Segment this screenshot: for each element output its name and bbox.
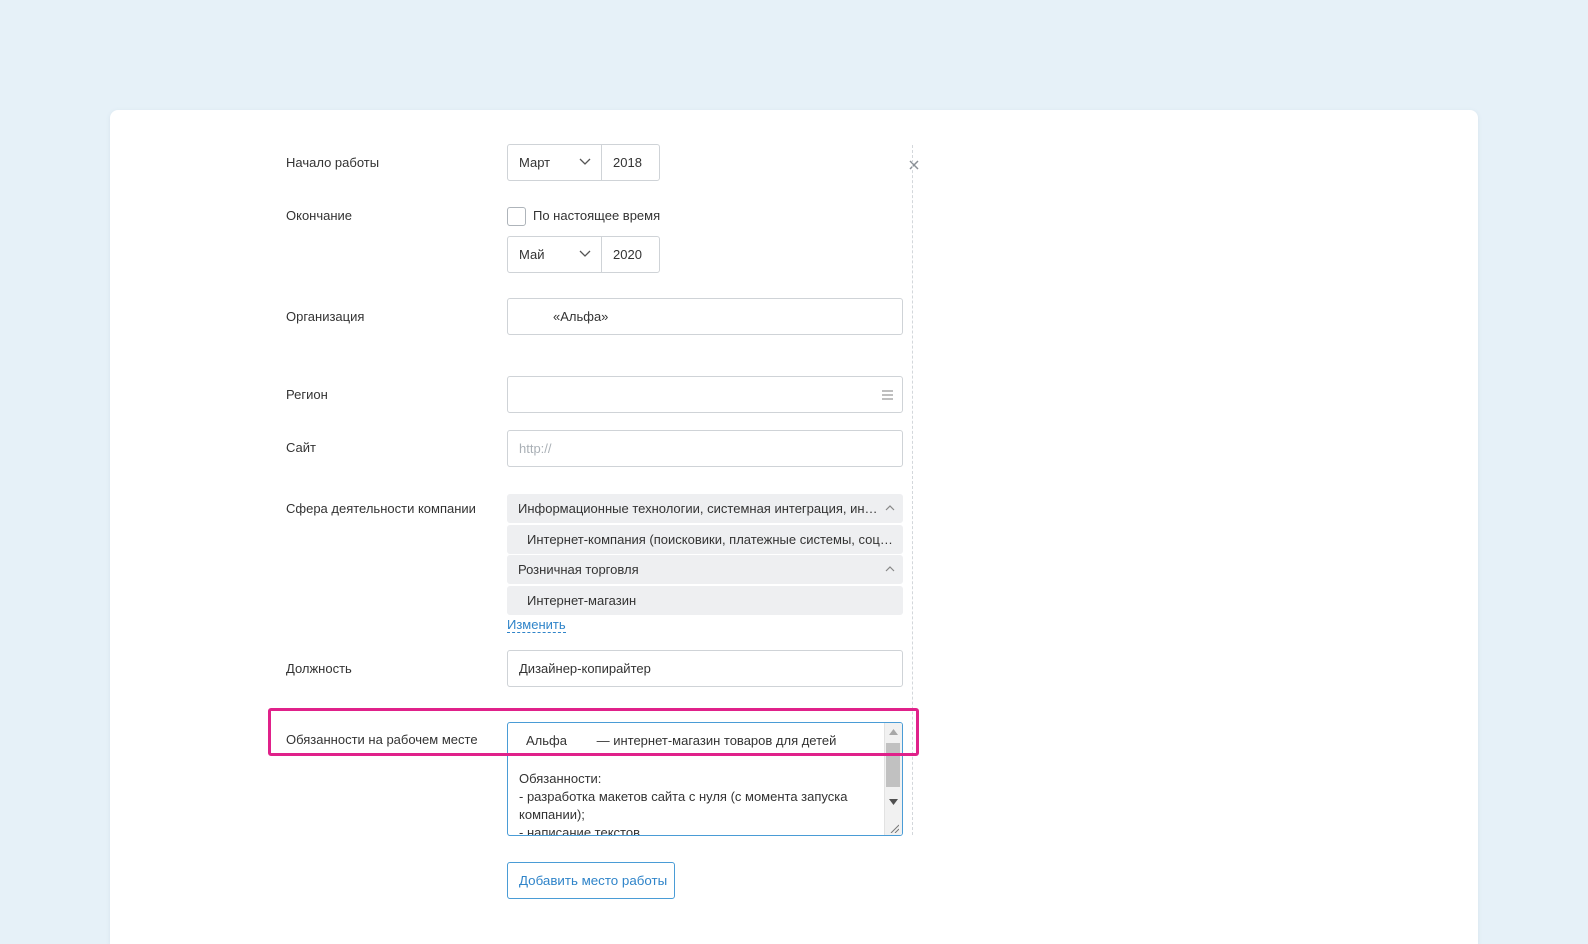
change-sphere-link[interactable]: Изменить <box>507 617 566 633</box>
duties-line: - написание текстов <box>519 825 640 836</box>
sphere-item-text: Розничная торговля <box>518 562 639 577</box>
present-label: По настоящее время <box>533 208 661 223</box>
site-label: Сайт <box>286 440 316 455</box>
position-input[interactable]: Дизайнер-копирайтер <box>507 650 903 687</box>
add-workplace-label: Добавить место работы <box>519 873 668 888</box>
position-value: Дизайнер-копирайтер <box>519 661 651 676</box>
region-label: Регион <box>286 387 328 402</box>
organization-label: Организация <box>286 309 365 324</box>
organization-value: «Альфа» <box>553 309 609 324</box>
duties-line: - разработка макетов сайта с нуля (с мом… <box>519 789 848 804</box>
scroll-up-icon[interactable] <box>889 729 898 735</box>
duties-scrollbar[interactable] <box>884 723 902 835</box>
end-month-value: Май <box>519 247 545 262</box>
end-year-input[interactable]: 2020 <box>601 236 660 273</box>
start-month-select[interactable]: Март <box>507 144 602 181</box>
start-label: Начало работы <box>286 155 380 170</box>
chevron-down-icon <box>579 250 591 257</box>
list-icon[interactable] <box>882 390 893 400</box>
duties-heading: Обязанности: <box>519 771 602 786</box>
duties-label: Обязанности на рабочем месте <box>286 732 478 747</box>
resize-handle-icon[interactable] <box>889 823 899 833</box>
form-card: Начало работы Март 2018 Окончание По нас… <box>110 110 1478 944</box>
add-workplace-button[interactable]: Добавить место работы <box>507 862 675 899</box>
end-label: Окончание <box>286 208 353 223</box>
section-divider <box>912 145 913 835</box>
duties-textarea[interactable]: Альфа — интернет-магазин товаров для дет… <box>507 722 903 836</box>
duties-first-word: Альфа <box>526 733 567 748</box>
chevron-up-icon[interactable] <box>883 501 897 515</box>
duties-line-first: Альфа — интернет-магазин товаров для дет… <box>526 733 836 749</box>
region-input[interactable] <box>507 376 903 413</box>
sphere-item-text: Информационные технологии, системная инт… <box>518 501 878 516</box>
duties-line: компании); <box>519 807 585 822</box>
sphere-item-text: Интернет-магазин <box>527 593 637 608</box>
chevron-up-icon[interactable] <box>883 562 897 576</box>
present-checkbox[interactable] <box>507 207 526 226</box>
duties-first-rest: — интернет-магазин товаров для детей <box>596 733 837 748</box>
sphere-item[interactable]: Информационные технологии, системная инт… <box>507 494 903 523</box>
end-month-select[interactable]: Май <box>507 236 602 273</box>
sphere-item[interactable]: Интернет-магазин <box>507 586 903 615</box>
sphere-item[interactable]: Розничная торговля <box>507 555 903 584</box>
sphere-item-text: Интернет-компания (поисковики, платежные… <box>527 532 893 547</box>
end-year-value: 2020 <box>613 247 642 262</box>
close-icon[interactable] <box>908 159 920 171</box>
start-year-input[interactable]: 2018 <box>601 144 660 181</box>
sphere-item[interactable]: Интернет-компания (поисковики, платежные… <box>507 525 903 554</box>
chevron-down-icon <box>579 158 591 165</box>
site-input[interactable]: http:// <box>507 430 903 467</box>
scroll-down-icon[interactable] <box>889 799 898 805</box>
start-year-value: 2018 <box>613 155 642 170</box>
position-label: Должность <box>286 661 352 676</box>
scroll-thumb[interactable] <box>886 743 900 787</box>
start-month-value: Март <box>519 155 551 170</box>
site-placeholder: http:// <box>519 441 552 456</box>
sphere-label: Сфера деятельности компании <box>286 501 476 516</box>
organization-input[interactable]: «Альфа» <box>507 298 903 335</box>
duties-body: Обязанности: - разработка макетов сайта … <box>519 770 848 836</box>
